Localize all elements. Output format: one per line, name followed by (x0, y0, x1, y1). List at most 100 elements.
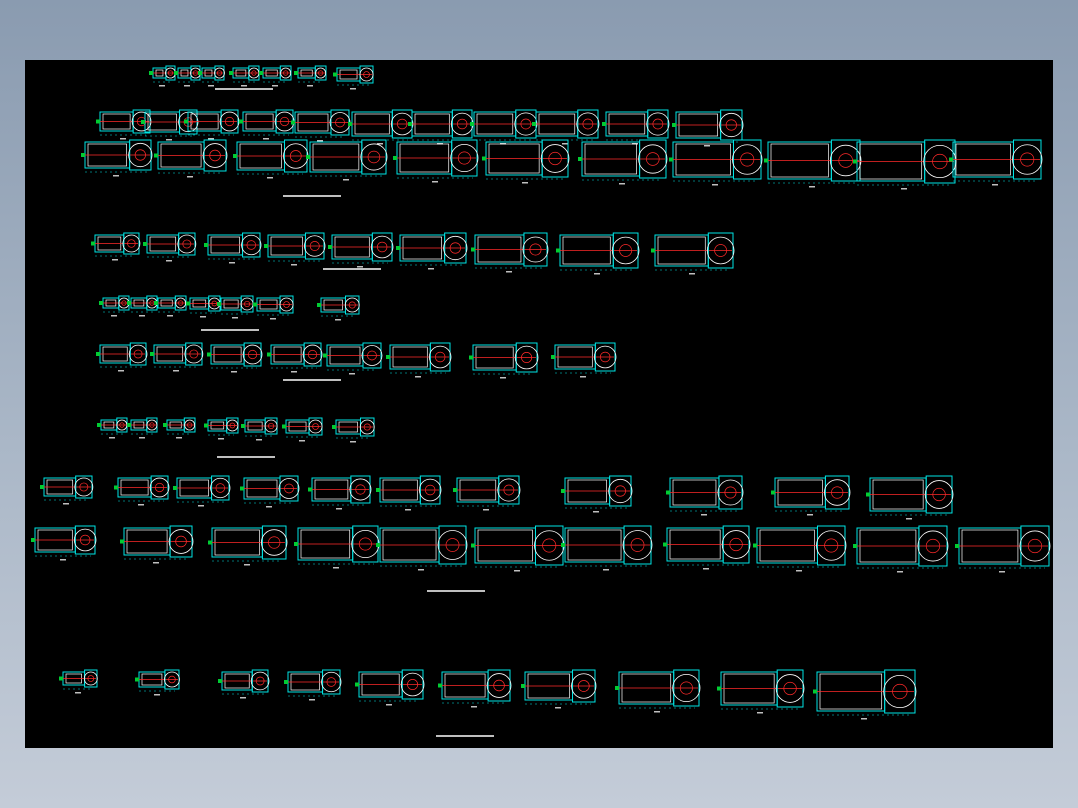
caption-mark (901, 188, 907, 190)
gear-motor-view[interactable] (669, 139, 763, 186)
gear-motor-view[interactable] (717, 669, 805, 714)
gear-motor-view[interactable] (284, 669, 342, 701)
gear-motor-view[interactable] (471, 232, 549, 273)
gear-motor-view[interactable] (294, 525, 380, 569)
gear-motor-view[interactable] (376, 525, 468, 571)
gear-motor-view[interactable] (438, 669, 512, 708)
gear-motor-view[interactable] (317, 295, 360, 321)
gear-motor-view[interactable] (149, 65, 176, 87)
gear-motor-view[interactable] (143, 232, 197, 262)
gear-motor-view[interactable] (91, 232, 141, 261)
caption-mark (240, 697, 246, 699)
gear-motor-view[interactable] (127, 417, 158, 439)
gear-motor-view[interactable] (853, 139, 957, 190)
gear-motor-view[interactable] (615, 669, 701, 713)
gear-motor-view[interactable] (40, 475, 94, 505)
gear-motor-view[interactable] (208, 525, 288, 566)
gear-motor-view[interactable] (393, 139, 479, 183)
gear-motor-view[interactable] (291, 109, 351, 142)
gear-motor-view[interactable] (163, 417, 196, 439)
gear-motor-view[interactable] (561, 525, 653, 571)
gear-motor-view[interactable] (532, 109, 600, 145)
gear-motor-view[interactable] (81, 139, 153, 177)
gear-motor-view[interactable] (853, 525, 949, 573)
gear-motor-view[interactable] (771, 475, 851, 516)
gear-motor-view[interactable] (207, 342, 263, 373)
gear-motor-view[interactable] (323, 342, 383, 375)
gear-motor-view[interactable] (672, 109, 744, 147)
gear-motor-view[interactable] (259, 65, 292, 87)
gear-motor-view[interactable] (204, 232, 262, 264)
gear-motor-view[interactable] (348, 109, 414, 145)
gear-motor-view[interactable] (239, 109, 295, 140)
gear-motor-view[interactable] (150, 342, 204, 372)
cad-drawing-sheet[interactable] (25, 60, 1053, 748)
gear-motor-view[interactable] (396, 232, 468, 270)
gear-motor-view[interactable] (233, 139, 309, 179)
gear-motor-view[interactable] (813, 669, 917, 720)
gear-motor-view[interactable] (471, 525, 565, 572)
caption-underline (283, 379, 341, 381)
gear-motor-view[interactable] (229, 65, 260, 87)
gear-motor-view[interactable] (764, 139, 862, 188)
gear-motor-view[interactable] (173, 475, 231, 507)
gear-motor-view[interactable] (96, 109, 152, 140)
gear-motor-view[interactable] (267, 342, 323, 373)
gear-motor-view[interactable] (651, 232, 735, 275)
gear-motor-view[interactable] (135, 669, 180, 696)
gear-motor-view[interactable] (217, 295, 254, 319)
gear-motor-view[interactable] (469, 342, 539, 379)
gear-motor-view[interactable] (663, 525, 751, 570)
gear-motor-view[interactable] (186, 295, 221, 318)
gear-motor-view[interactable] (376, 475, 442, 511)
gear-motor-view[interactable] (253, 295, 294, 320)
gear-motor-view[interactable] (184, 109, 240, 140)
gear-motor-view[interactable] (328, 232, 394, 268)
gear-motor-view[interactable] (556, 232, 640, 275)
gear-motor-view[interactable] (241, 417, 278, 441)
gear-motor-view[interactable] (666, 475, 744, 516)
gear-motor-view[interactable] (59, 669, 98, 694)
gear-motor-view[interactable] (332, 417, 375, 443)
gear-motor-view[interactable] (97, 417, 128, 439)
gear-motor-view[interactable] (218, 669, 270, 699)
gear-motor-view[interactable] (386, 342, 452, 378)
gear-motor-view[interactable] (240, 475, 300, 508)
gear-motor-view[interactable] (154, 139, 228, 178)
gear-motor-view[interactable] (294, 65, 327, 87)
gear-motor-view[interactable] (264, 232, 326, 266)
caption-mark (349, 373, 355, 375)
gear-motor-view[interactable] (578, 139, 668, 185)
gear-motor-view[interactable] (204, 417, 239, 440)
gear-motor-view[interactable] (31, 525, 97, 561)
gear-motor-view[interactable] (96, 342, 148, 372)
gear-motor-view[interactable] (355, 669, 425, 706)
gear-motor-view[interactable] (453, 475, 521, 511)
gear-motor-view[interactable] (955, 525, 1051, 573)
gear-motor-view[interactable] (482, 139, 570, 184)
gear-motor-view[interactable] (602, 109, 670, 145)
flange-marker (651, 248, 655, 253)
gear-motor-view[interactable] (949, 139, 1043, 186)
gear-motor-view[interactable] (470, 109, 538, 145)
gear-motor-view[interactable] (551, 342, 617, 378)
gear-motor-view[interactable] (333, 65, 374, 90)
gear-motor-view[interactable] (198, 65, 225, 87)
gear-motor-view[interactable] (753, 525, 847, 572)
gear-motor-view[interactable] (408, 109, 474, 145)
gear-motor-view[interactable] (120, 525, 194, 564)
gear-motor-view[interactable] (561, 475, 633, 513)
gear-motor-view[interactable] (282, 417, 323, 442)
gear-motor-view[interactable] (114, 475, 170, 506)
gear-motor-view[interactable] (521, 669, 597, 709)
gear-motor-view[interactable] (866, 475, 954, 520)
gear-motor-view[interactable] (154, 295, 187, 317)
caption-mark (689, 273, 695, 275)
gear-motor-view[interactable] (174, 65, 201, 87)
gear-motor-view[interactable] (99, 295, 130, 317)
gear-motor-view[interactable] (308, 475, 372, 510)
caption-mark (809, 186, 815, 188)
gear-motor-view[interactable] (127, 295, 158, 317)
gear-motor-view[interactable] (306, 139, 388, 181)
flange-marker (264, 244, 268, 248)
